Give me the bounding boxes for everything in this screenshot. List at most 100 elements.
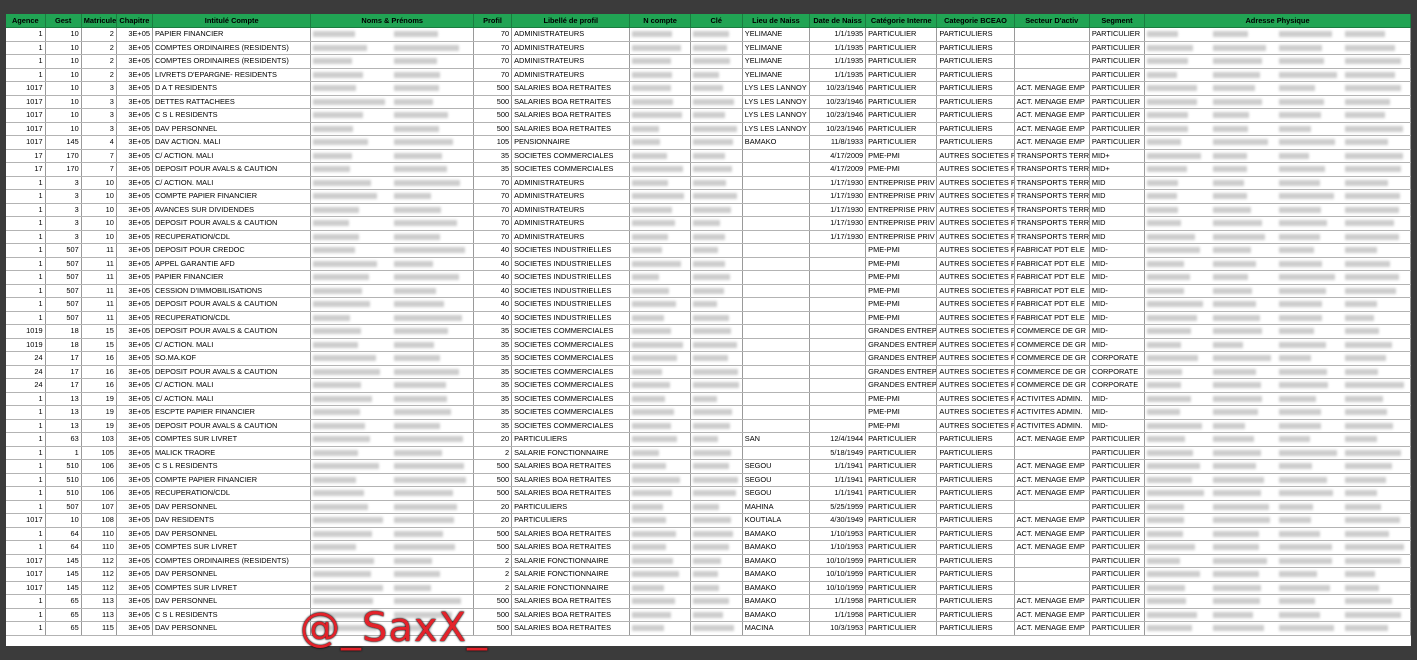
cell-profil[interactable]: 35 bbox=[473, 378, 513, 393]
cell-secteur[interactable]: FABRICAT PDT ELE bbox=[1014, 243, 1090, 258]
cell-noms[interactable] bbox=[310, 311, 474, 325]
cell-catbceao[interactable]: PARTICULIERS bbox=[936, 513, 1015, 528]
cell-noms[interactable] bbox=[310, 486, 474, 501]
cell-chapitre[interactable]: 3E+05 bbox=[116, 527, 153, 541]
cell-agence[interactable]: 1 bbox=[6, 230, 46, 244]
cell-lieu[interactable] bbox=[742, 419, 811, 433]
cell-gest[interactable]: 510 bbox=[45, 473, 82, 487]
cell-profil[interactable]: 20 bbox=[473, 513, 513, 528]
cell-agence[interactable]: 24 bbox=[6, 365, 46, 379]
cell-catbceao[interactable]: PARTICULIERS bbox=[936, 554, 1015, 568]
cell-intitule[interactable]: C S L RESIDENTS bbox=[152, 608, 312, 622]
cell-chapitre[interactable]: 3E+05 bbox=[116, 540, 153, 555]
cell-matricule[interactable]: 113 bbox=[81, 608, 117, 622]
cell-chapitre[interactable]: 3E+05 bbox=[116, 189, 153, 204]
cell-secteur[interactable]: ACT. MENAGE EMP bbox=[1014, 527, 1090, 541]
cell-catint[interactable]: PARTICULIER bbox=[865, 122, 938, 136]
cell-segment[interactable]: PARTICULIER bbox=[1089, 473, 1146, 487]
cell-matricule[interactable]: 2 bbox=[81, 54, 117, 69]
cell-lieu[interactable]: SEGOU bbox=[742, 486, 811, 501]
cell-ncompte[interactable] bbox=[629, 297, 691, 312]
cell-ncompte[interactable] bbox=[629, 162, 691, 177]
cell-date[interactable]: 1/1/1958 bbox=[809, 594, 867, 609]
cell-date[interactable] bbox=[809, 378, 867, 393]
cell-profil[interactable]: 40 bbox=[473, 297, 513, 312]
table-row[interactable]: 1 507 11 3E+05 CESSION D'IMMOBILISATIONS 40 SO… bbox=[6, 284, 1411, 298]
cell-catbceao[interactable]: PARTICULIERS bbox=[936, 459, 1015, 474]
cell-ncompte[interactable] bbox=[629, 27, 691, 42]
cell-adresse[interactable] bbox=[1144, 486, 1411, 501]
column-header-noms[interactable]: Noms & Prénoms bbox=[310, 14, 474, 28]
cell-secteur[interactable]: ACT. MENAGE EMP bbox=[1014, 594, 1090, 609]
cell-matricule[interactable]: 108 bbox=[81, 513, 117, 528]
table-row[interactable]: 1017 145 112 3E+05 DAV PERSONNEL 2 SALARIE FON… bbox=[6, 567, 1411, 582]
cell-segment[interactable]: PARTICULIER bbox=[1089, 459, 1146, 474]
cell-date[interactable]: 5/18/1949 bbox=[809, 446, 867, 460]
cell-cle[interactable] bbox=[690, 297, 743, 312]
cell-lieu[interactable]: MACINA bbox=[742, 621, 811, 636]
cell-date[interactable] bbox=[809, 392, 867, 406]
cell-chapitre[interactable]: 3E+05 bbox=[116, 41, 153, 55]
cell-matricule[interactable]: 3 bbox=[81, 108, 117, 123]
cell-ncompte[interactable] bbox=[629, 459, 691, 474]
cell-matricule[interactable]: 7 bbox=[81, 162, 117, 177]
table-row[interactable]: 1 64 110 3E+05 COMPTES SUR LIVRET 500 SALARIES… bbox=[6, 540, 1411, 555]
cell-segment[interactable]: MID- bbox=[1089, 257, 1146, 271]
cell-ncompte[interactable] bbox=[629, 176, 691, 190]
cell-profil[interactable]: 2 bbox=[473, 446, 513, 460]
table-row[interactable]: 1 13 19 3E+05 C/ ACTION. MALI 35 SOCIETES COMM… bbox=[6, 392, 1411, 406]
table-row[interactable]: 1017 145 112 3E+05 COMPTES ORDINAIRES (RESID… bbox=[6, 554, 1411, 568]
cell-cle[interactable] bbox=[690, 459, 743, 474]
cell-adresse[interactable] bbox=[1144, 473, 1411, 487]
cell-gest[interactable]: 3 bbox=[45, 189, 82, 204]
cell-profil[interactable]: 35 bbox=[473, 338, 513, 352]
cell-matricule[interactable]: 11 bbox=[81, 270, 117, 285]
table-row[interactable]: 1019 18 15 3E+05 DEPOSIT POUR AVALS & CAUTIO… bbox=[6, 324, 1411, 339]
cell-noms[interactable] bbox=[310, 122, 474, 136]
column-header-date[interactable]: Date de Naiss bbox=[809, 14, 867, 28]
cell-matricule[interactable]: 110 bbox=[81, 527, 117, 541]
cell-libelle[interactable]: SALARIES BOA RETRAITES bbox=[511, 486, 631, 501]
cell-segment[interactable]: PARTICULIER bbox=[1089, 81, 1146, 96]
cell-lieu[interactable] bbox=[742, 284, 811, 298]
cell-ncompte[interactable] bbox=[629, 230, 691, 244]
cell-lieu[interactable]: YELIMANE bbox=[742, 68, 811, 82]
cell-lieu[interactable]: LYS LES LANNOY bbox=[742, 122, 811, 136]
cell-lieu[interactable]: LYS LES LANNOY bbox=[742, 81, 811, 96]
cell-libelle[interactable]: SALARIES BOA RETRAITES bbox=[511, 81, 631, 96]
cell-lieu[interactable]: SEGOU bbox=[742, 459, 811, 474]
cell-noms[interactable] bbox=[310, 540, 474, 555]
cell-segment[interactable]: PARTICULIER bbox=[1089, 500, 1146, 514]
cell-gest[interactable]: 10 bbox=[45, 68, 82, 82]
cell-intitule[interactable]: RECUPERATION/CDL bbox=[152, 311, 312, 325]
table-row[interactable]: 1 507 107 3E+05 DAV PERSONNEL 20 PARTICULIERS M… bbox=[6, 500, 1411, 514]
table-row[interactable]: 1 507 11 3E+05 PAPIER FINANCIER 40 SOCIETES IN… bbox=[6, 270, 1411, 285]
cell-secteur[interactable]: COMMERCE DE GR bbox=[1014, 365, 1090, 379]
cell-chapitre[interactable]: 3E+05 bbox=[116, 567, 153, 582]
cell-libelle[interactable]: SOCIETES COMMERCIALES bbox=[511, 149, 631, 163]
cell-libelle[interactable]: SOCIETES COMMERCIALES bbox=[511, 324, 631, 339]
cell-secteur[interactable] bbox=[1014, 54, 1090, 69]
cell-adresse[interactable] bbox=[1144, 149, 1411, 163]
column-header-intitule[interactable]: Intitulé Compte bbox=[152, 14, 312, 28]
cell-profil[interactable]: 70 bbox=[473, 176, 513, 190]
cell-cle[interactable] bbox=[690, 324, 743, 339]
cell-catbceao[interactable]: AUTRES SOCIETES P bbox=[936, 338, 1015, 352]
cell-agence[interactable]: 1 bbox=[6, 27, 46, 42]
cell-segment[interactable]: MID- bbox=[1089, 284, 1146, 298]
cell-catbceao[interactable]: AUTRES SOCIETES P bbox=[936, 162, 1015, 177]
cell-matricule[interactable]: 103 bbox=[81, 432, 117, 447]
cell-noms[interactable] bbox=[310, 257, 474, 271]
cell-catint[interactable]: PME-PMI bbox=[865, 270, 938, 285]
cell-date[interactable]: 1/1/1935 bbox=[809, 68, 867, 82]
cell-catbceao[interactable]: PARTICULIERS bbox=[936, 446, 1015, 460]
cell-agence[interactable]: 1 bbox=[6, 527, 46, 541]
cell-agence[interactable]: 1 bbox=[6, 203, 46, 217]
table-row[interactable]: 1017 10 3 3E+05 C S L RESIDENTS 500 SALARIES B… bbox=[6, 108, 1411, 123]
cell-intitule[interactable]: RECUPERATION/CDL bbox=[152, 230, 312, 244]
cell-ncompte[interactable] bbox=[629, 270, 691, 285]
cell-libelle[interactable]: SOCIETES INDUSTRIELLES bbox=[511, 297, 631, 312]
cell-adresse[interactable] bbox=[1144, 189, 1411, 204]
cell-matricule[interactable]: 10 bbox=[81, 176, 117, 190]
cell-cle[interactable] bbox=[690, 108, 743, 123]
